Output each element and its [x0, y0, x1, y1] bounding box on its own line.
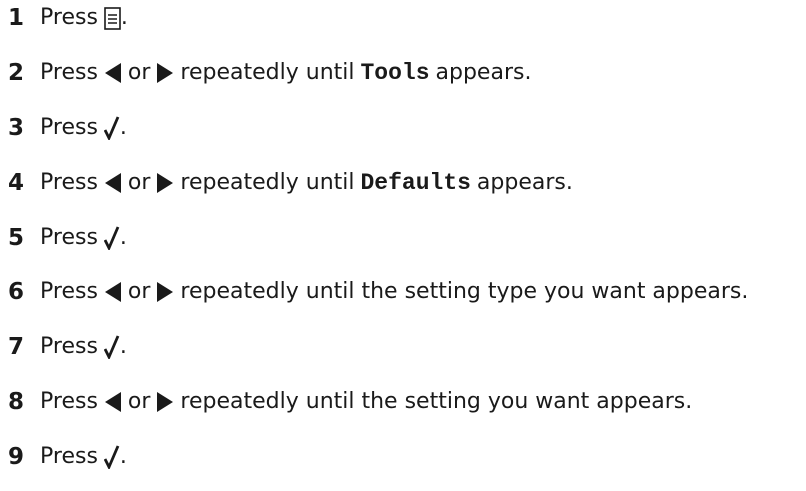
step-number: 2	[8, 59, 25, 86]
step-number: 4	[8, 169, 25, 196]
step-text: Press	[40, 170, 98, 195]
left-arrow-icon	[104, 281, 122, 303]
step-text: .	[120, 5, 128, 30]
step-7: 7 Press .	[0, 329, 127, 365]
step-5: 5 Press .	[0, 220, 127, 256]
checkmark-select-icon	[103, 445, 120, 469]
step-6: 6 Press or repeatedly until the setting …	[0, 274, 748, 310]
right-arrow-icon	[156, 391, 174, 413]
left-arrow-icon	[104, 172, 122, 194]
step-3: 3 Press .	[0, 110, 127, 146]
step-text: Press	[40, 279, 98, 304]
step-text: appears.	[476, 170, 573, 195]
checkmark-select-icon	[103, 226, 120, 250]
checkmark-select-icon	[103, 335, 120, 359]
step-9: 9 Press .	[0, 439, 127, 475]
step-text: or	[127, 389, 151, 414]
menu-icon	[104, 6, 121, 30]
step-text: .	[119, 444, 127, 469]
step-1: 1 Press .	[0, 0, 128, 36]
step-2: 2 Press or repeatedly until Tools appear…	[0, 55, 531, 91]
step-text: repeatedly until	[180, 170, 355, 195]
menu-option-defaults: Defaults	[360, 169, 471, 196]
step-text: Press	[40, 225, 98, 250]
step-text: Press	[40, 334, 98, 359]
step-number: 1	[8, 4, 25, 31]
step-number: 8	[8, 388, 25, 415]
step-text: repeatedly until	[180, 60, 355, 85]
left-arrow-icon	[104, 62, 122, 84]
instruction-steps: 1 Press . 2 Press or repeatedly until To…	[0, 0, 806, 491]
step-text: Press	[40, 389, 98, 414]
step-text: or	[127, 170, 151, 195]
step-4: 4 Press or repeatedly until Defaults app…	[0, 165, 573, 201]
right-arrow-icon	[156, 62, 174, 84]
menu-option-tools: Tools	[360, 59, 430, 86]
step-text: appears.	[435, 60, 532, 85]
step-text: Press	[40, 115, 98, 140]
step-text: repeatedly until the setting you want ap…	[180, 389, 693, 414]
step-number: 7	[8, 333, 25, 360]
right-arrow-icon	[156, 172, 174, 194]
step-number: 5	[8, 224, 25, 251]
step-number: 9	[8, 443, 25, 470]
step-text: .	[119, 334, 127, 359]
left-arrow-icon	[104, 391, 122, 413]
step-text: repeatedly until the setting type you wa…	[180, 279, 749, 304]
step-text: or	[127, 60, 151, 85]
step-text: .	[119, 115, 127, 140]
step-number: 6	[8, 278, 25, 305]
step-number: 3	[8, 114, 25, 141]
step-text: Press	[40, 60, 98, 85]
step-8: 8 Press or repeatedly until the setting …	[0, 384, 692, 420]
step-text: Press	[40, 444, 98, 469]
right-arrow-icon	[156, 281, 174, 303]
checkmark-select-icon	[103, 116, 120, 140]
step-text: Press	[40, 5, 98, 30]
step-text: .	[119, 225, 127, 250]
step-text: or	[127, 279, 151, 304]
